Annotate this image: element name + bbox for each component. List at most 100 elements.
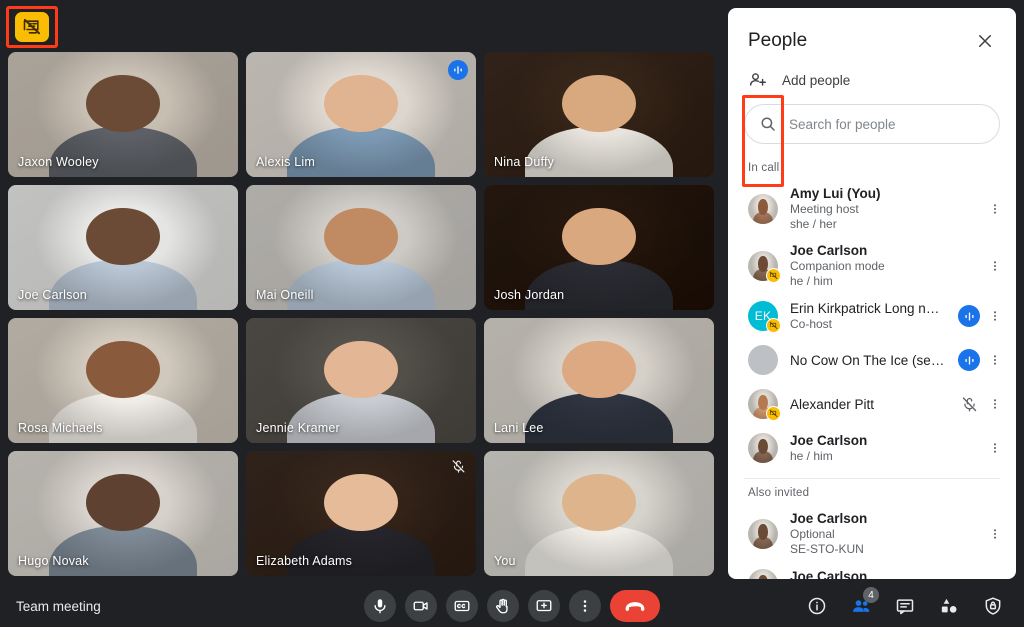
section-label: In call xyxy=(748,162,780,174)
video-tile[interactable]: You xyxy=(484,451,714,576)
participant-video-frame xyxy=(748,433,778,463)
participant-video-frame xyxy=(484,318,714,443)
camera-button[interactable] xyxy=(405,590,437,622)
participant-actions xyxy=(984,198,1006,220)
participant-actions xyxy=(958,305,1006,327)
participant-info: Joe Carlsonhe / him xyxy=(790,568,972,579)
page-title: People xyxy=(748,30,808,51)
participant-row[interactable]: Joe Carlson Companion mode he / him xyxy=(728,237,1016,294)
more-vertical-small-icon xyxy=(993,528,997,539)
mic-off-indicator xyxy=(958,393,980,415)
participant-detail: Optional xyxy=(790,527,835,541)
video-tile[interactable]: Jaxon Wooley xyxy=(8,52,238,177)
avatar xyxy=(748,433,778,463)
leave-call-button[interactable] xyxy=(610,590,660,622)
meeting-details-button[interactable] xyxy=(802,591,832,621)
companion-mode-badge-icon xyxy=(769,271,778,279)
video-tile[interactable]: Mai Oneill xyxy=(246,185,476,310)
participant-video-frame xyxy=(8,451,238,576)
participant-row[interactable]: Joe Carlsonhe / him xyxy=(728,426,1016,470)
host-controls-icon xyxy=(985,597,1001,615)
bottom-toolbar: Team meeting 4 xyxy=(0,585,1024,627)
avatar xyxy=(748,389,781,421)
audio-level-icon xyxy=(454,66,462,74)
companion-mode-badge xyxy=(766,406,781,421)
annotation-box-presentation-badge xyxy=(6,6,58,48)
activities-button[interactable] xyxy=(934,591,964,621)
participant-video-frame xyxy=(748,193,778,224)
participant-more-options-button[interactable] xyxy=(984,305,1006,327)
participant-row[interactable]: EK Erin Kirkpatrick Long nam... Co-host xyxy=(728,294,1016,338)
participant-count-badge: 4 xyxy=(863,587,879,603)
video-tile[interactable]: Lani Lee xyxy=(484,318,714,443)
companion-mode-badge-icon xyxy=(769,321,778,329)
participant-detail: Co-host xyxy=(790,317,833,331)
meet-app-window: Jaxon Wooley Alexis Lim Nina Duffy Joe Carl… xyxy=(0,0,1024,627)
participant-list[interactable]: In call Amy Lui (You) Meeting host she / he… xyxy=(728,94,1016,579)
present-screen-icon xyxy=(536,600,552,612)
closed-captions-icon xyxy=(454,600,470,612)
participant-more-options-button[interactable] xyxy=(984,523,1006,545)
add-people-label: Add people xyxy=(782,72,851,88)
more-vertical-small-icon xyxy=(993,443,997,453)
add-people-button[interactable]: Add people xyxy=(728,64,1016,100)
captions-button[interactable] xyxy=(446,590,478,622)
avatar-photo xyxy=(748,518,778,549)
participant-more-options-button[interactable] xyxy=(984,198,1006,220)
participant-more-options-button[interactable] xyxy=(984,437,1006,459)
video-tile[interactable]: Jennie Kramer xyxy=(246,318,476,443)
more-vertical-small-icon xyxy=(993,399,997,409)
audio-level-icon xyxy=(964,355,974,365)
participant-actions xyxy=(984,523,1006,545)
participant-video-frame xyxy=(484,52,714,177)
video-grid: Jaxon Wooley Alexis Lim Nina Duffy Joe Carl… xyxy=(0,52,722,585)
host-controls-button[interactable] xyxy=(978,591,1008,621)
video-tile[interactable]: Elizabeth Adams xyxy=(246,451,476,576)
participant-info: Amy Lui (You) Meeting host she / her xyxy=(790,185,972,232)
people-panel-header: People xyxy=(728,8,1016,64)
participant-name: Joe Carlson xyxy=(790,511,868,526)
participant-name: Joe Carlson xyxy=(790,243,868,258)
search-input[interactable] xyxy=(789,116,985,132)
participant-video-frame xyxy=(246,52,476,177)
participant-name: No Cow On The Ice (se-sto.. xyxy=(790,352,946,368)
participant-more-options-button[interactable] xyxy=(984,573,1006,579)
more-options-button[interactable] xyxy=(569,590,601,622)
participant-video-frame xyxy=(8,185,238,310)
participant-row[interactable]: Joe Carlson Optional SE-STO-KUN xyxy=(728,505,1016,562)
participant-more-options-button[interactable] xyxy=(984,255,1006,277)
participant-video-frame xyxy=(8,52,238,177)
add-person-icon xyxy=(749,73,766,86)
participant-more-options-button[interactable] xyxy=(984,393,1006,415)
avatar-photo xyxy=(748,569,778,579)
activities-icon xyxy=(941,598,957,613)
video-tile[interactable]: Joe Carlson xyxy=(8,185,238,310)
present-button[interactable] xyxy=(528,590,560,622)
video-tile[interactable]: Hugo Novak xyxy=(8,451,238,576)
participant-video-frame xyxy=(484,185,714,310)
show-everyone-button[interactable]: 4 xyxy=(846,587,879,621)
video-tile[interactable]: Josh Jordan xyxy=(484,185,714,310)
participant-row[interactable]: No Cow On The Ice (se-sto.. xyxy=(728,338,1016,382)
close-panel-button[interactable] xyxy=(970,26,1000,56)
raise-hand-button[interactable] xyxy=(487,590,519,622)
participant-row[interactable]: Amy Lui (You) Meeting host she / her xyxy=(728,180,1016,237)
more-vertical-small-icon xyxy=(993,260,997,271)
participant-video-frame xyxy=(246,318,476,443)
video-tile[interactable]: Nina Duffy xyxy=(484,52,714,177)
chat-button[interactable] xyxy=(890,591,920,621)
video-tile[interactable]: Rosa Michaels xyxy=(8,318,238,443)
audio-indicator-button[interactable] xyxy=(958,305,980,327)
info-icon xyxy=(808,597,826,615)
participant-more-options-button[interactable] xyxy=(984,349,1006,371)
search-box[interactable] xyxy=(744,104,1000,144)
mic-button[interactable] xyxy=(364,590,396,622)
avatar-photo xyxy=(748,193,778,224)
video-grid-row: Jaxon Wooley Alexis Lim Nina Duffy xyxy=(0,52,722,185)
participant-row[interactable]: Joe Carlsonhe / him xyxy=(728,562,1016,579)
people-panel: People Add people Search for people In c… xyxy=(728,8,1016,579)
audio-indicator-button[interactable] xyxy=(958,349,980,371)
participant-video-frame xyxy=(748,518,778,549)
video-tile[interactable]: Alexis Lim xyxy=(246,52,476,177)
participant-row[interactable]: Alexander Pitt xyxy=(728,382,1016,426)
